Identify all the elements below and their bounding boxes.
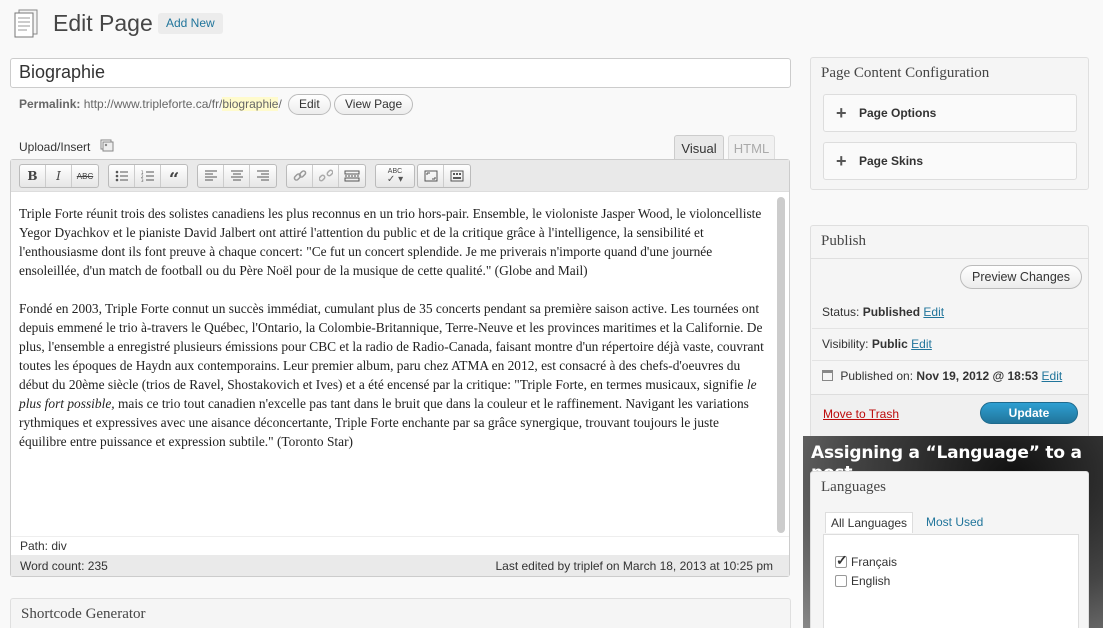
divider: [812, 360, 1089, 361]
align-right-icon[interactable]: [250, 165, 276, 187]
spellcheck-icon[interactable]: ABC ✓ ▾: [376, 165, 414, 187]
published-value: Nov 19, 2012 @ 18:53: [916, 369, 1039, 383]
published-on-row: Published on: Nov 19, 2012 @ 18:53 Edit: [822, 369, 1062, 383]
content-text: mais ce trio tout canadien n'excelle pas…: [19, 396, 749, 449]
publish-title[interactable]: Publish: [811, 226, 1088, 257]
status-row: Status: Published Edit: [822, 305, 944, 319]
move-to-trash-link[interactable]: Move to Trash: [823, 407, 899, 421]
italic-icon[interactable]: I: [46, 165, 72, 187]
content-text: Fondé en 2003, Triple Forte connut un su…: [19, 301, 764, 392]
list-item[interactable]: Français: [835, 552, 898, 569]
language-label: English: [851, 574, 891, 588]
languages-title[interactable]: Languages: [811, 472, 1088, 503]
publish-header: Publish: [811, 226, 1088, 259]
languages-box: Languages All Languages Most Used França…: [810, 471, 1089, 628]
page-skins-toggle[interactable]: + Page Skins: [823, 142, 1077, 180]
status-value: Published: [862, 305, 921, 319]
fullscreen-icon[interactable]: [418, 165, 444, 187]
edit-date-link[interactable]: Edit: [1042, 369, 1063, 383]
visibility-value: Public: [871, 337, 908, 351]
published-label: Published on:: [840, 369, 914, 383]
upload-insert-label[interactable]: Upload/Insert: [19, 140, 90, 154]
tab-most-used[interactable]: Most Used: [921, 512, 988, 532]
format-group: B I ABC: [19, 164, 99, 188]
more-tag-icon[interactable]: [339, 165, 365, 187]
checkbox-checked[interactable]: [835, 552, 848, 569]
view-group: [417, 164, 471, 188]
preview-changes-button[interactable]: Preview Changes: [960, 265, 1082, 289]
permalink-label: Permalink:: [19, 97, 81, 111]
kitchen-sink-icon[interactable]: [444, 165, 470, 187]
view-page-button[interactable]: View Page: [334, 94, 414, 115]
permalink-base: http://www.tripleforte.ca/fr/: [83, 97, 223, 111]
visibility-label: Visibility:: [822, 337, 869, 351]
languages-list: Français English: [823, 534, 1079, 628]
shortcode-generator-title[interactable]: Shortcode Generator: [11, 599, 790, 628]
update-button[interactable]: Update: [980, 402, 1078, 424]
page-content-config-title[interactable]: Page Content Configuration: [811, 58, 1088, 89]
align-center-icon[interactable]: [224, 165, 250, 187]
tab-html[interactable]: HTML: [728, 135, 775, 160]
calendar-icon: [822, 370, 833, 381]
blockquote-icon[interactable]: “: [161, 165, 187, 188]
editor-status-bar: Word count: 235 Last edited by triplef o…: [11, 555, 789, 576]
add-new-button[interactable]: Add New: [158, 13, 223, 34]
editor-path-bar: Path: div: [11, 536, 789, 554]
link-group: [286, 164, 366, 188]
language-label: Français: [851, 555, 898, 569]
path-value[interactable]: div: [51, 539, 66, 553]
plus-icon: +: [836, 151, 847, 171]
tab-visual[interactable]: Visual: [674, 135, 724, 160]
unlink-icon[interactable]: [313, 165, 339, 187]
svg-text:3: 3: [141, 178, 144, 182]
align-left-icon[interactable]: [198, 165, 224, 187]
editor-content[interactable]: Triple Forte réunit trois des solistes c…: [19, 204, 769, 470]
link-icon[interactable]: [287, 165, 313, 187]
divider: [812, 328, 1089, 329]
page-skins-label: Page Skins: [859, 154, 924, 168]
permalink-end: /: [278, 97, 282, 111]
post-title-input[interactable]: Biographie: [10, 58, 791, 88]
plus-icon: +: [836, 103, 847, 123]
list-item[interactable]: English: [835, 574, 890, 588]
edit-status-link[interactable]: Edit: [923, 305, 944, 319]
status-label: Status:: [822, 305, 860, 319]
strikethrough-icon[interactable]: ABC: [72, 165, 98, 187]
list-group: 123 “: [108, 164, 188, 188]
align-group: [197, 164, 277, 188]
shortcode-generator-box: Shortcode Generator: [10, 598, 791, 628]
page-options-label: Page Options: [859, 106, 937, 120]
permalink-slug[interactable]: biographie: [222, 97, 279, 111]
editor-toolbar: B I ABC 123 “ ABC ✓ ▾: [11, 160, 789, 192]
edit-permalink-button[interactable]: Edit: [288, 94, 331, 115]
edit-visibility-link[interactable]: Edit: [911, 337, 932, 351]
last-edited: Last edited by triplef on March 18, 2013…: [495, 559, 773, 573]
word-count: Word count: 235: [20, 559, 108, 573]
content-paragraph: Triple Forte réunit trois des solistes c…: [19, 206, 762, 278]
page-options-toggle[interactable]: + Page Options: [823, 94, 1077, 132]
page-icon: [12, 8, 42, 38]
permalink: Permalink: http://www.tripleforte.ca/fr/…: [19, 97, 282, 111]
languages-tabs: All Languages Most Used: [823, 510, 1079, 534]
path-label: Path:: [20, 539, 49, 553]
page-content-config-box: Page Content Configuration + Page Option…: [810, 57, 1089, 190]
bold-icon[interactable]: B: [20, 165, 46, 187]
content-paragraph: Fondé en 2003, Triple Forte connut un su…: [19, 299, 769, 451]
media-upload-icon[interactable]: [100, 138, 114, 152]
bullet-list-icon[interactable]: [109, 165, 135, 187]
tab-all-languages[interactable]: All Languages: [825, 512, 914, 533]
editor-scrollbar[interactable]: [777, 197, 785, 533]
page-title: Edit Page: [53, 10, 153, 36]
numbered-list-icon[interactable]: 123: [135, 165, 161, 187]
checkbox[interactable]: [835, 575, 847, 587]
visibility-row: Visibility: Public Edit: [822, 337, 932, 351]
spell-group: ABC ✓ ▾: [375, 164, 415, 188]
